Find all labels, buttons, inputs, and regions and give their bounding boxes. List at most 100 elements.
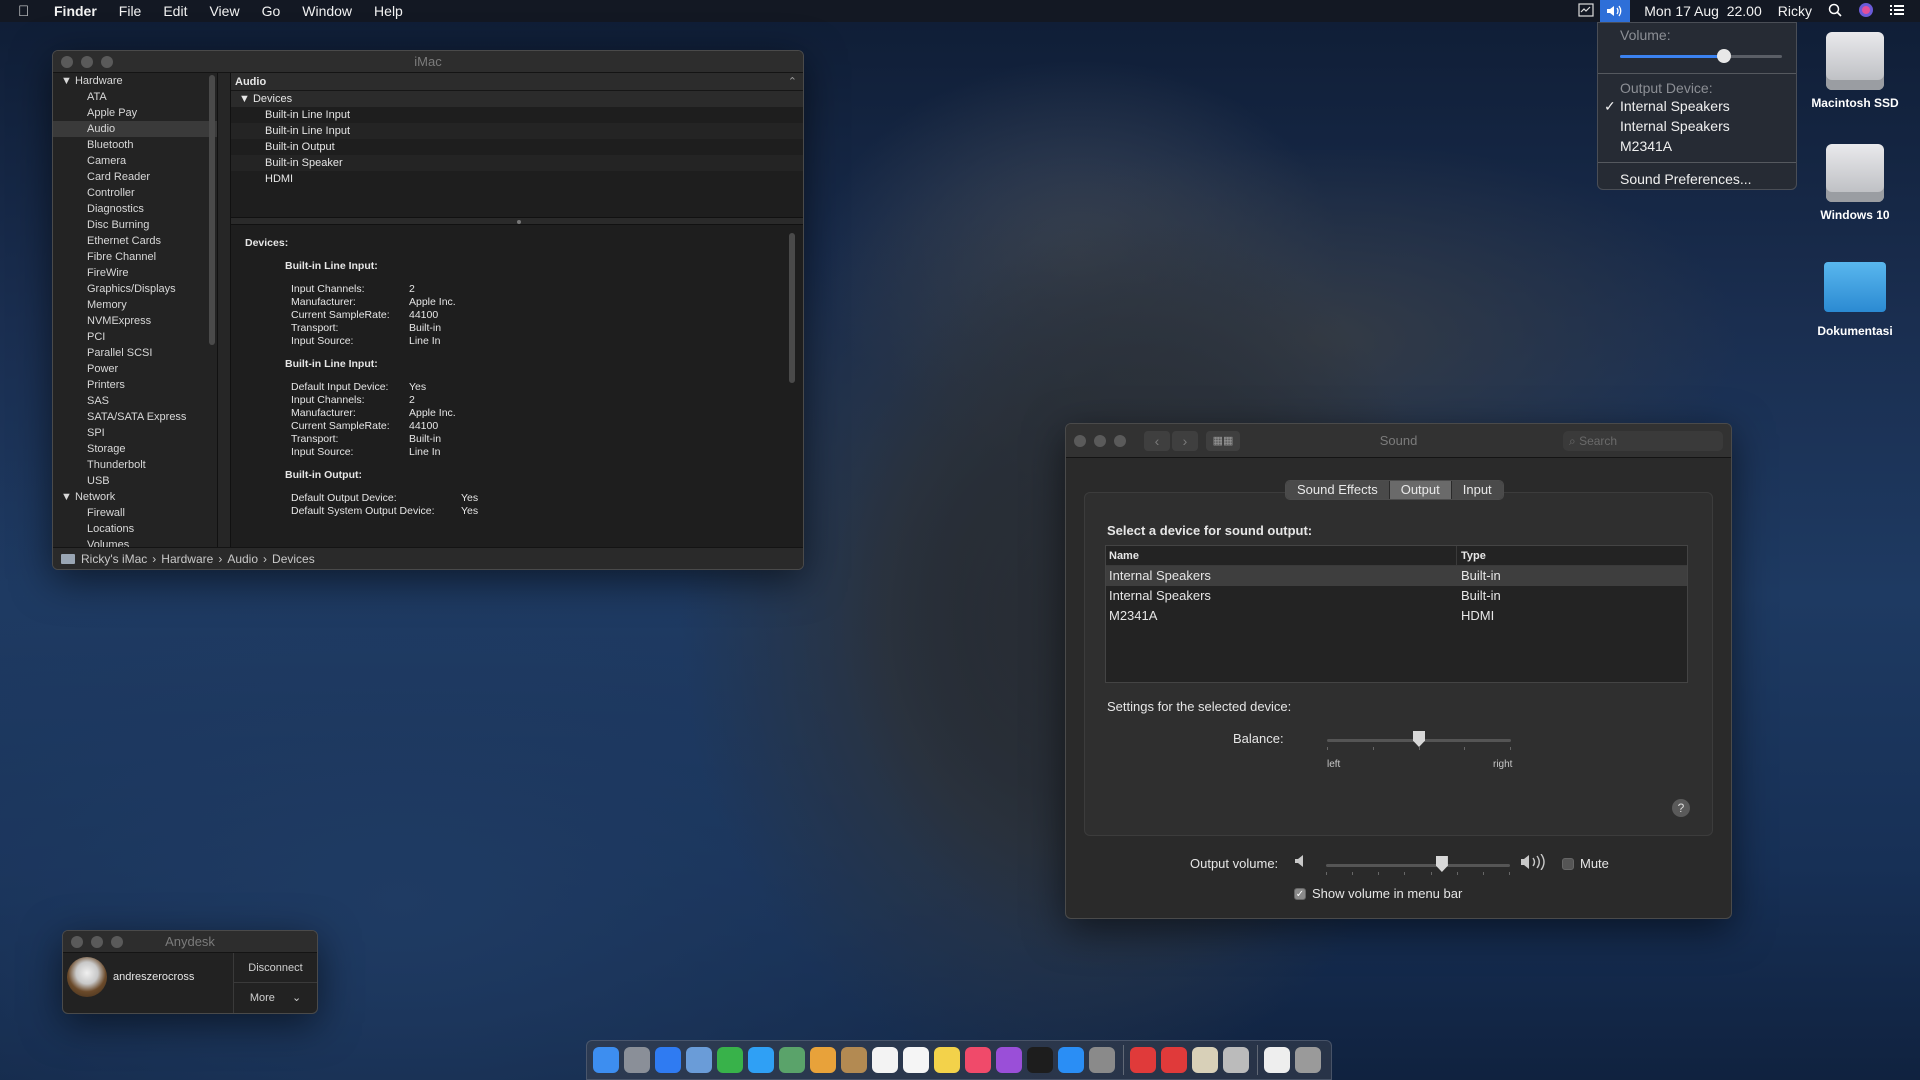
music-icon[interactable] [965, 1047, 991, 1073]
script-editor-icon[interactable] [1223, 1047, 1249, 1073]
tab-sound-effects[interactable]: Sound Effects [1286, 481, 1390, 499]
desktop-icon-dokumentasi[interactable]: Dokumentasi [1790, 254, 1920, 338]
siri-icon[interactable] [1858, 2, 1874, 21]
balance-slider[interactable] [1327, 731, 1511, 751]
reminders-icon[interactable] [903, 1047, 929, 1073]
apple-menu-icon[interactable]:  [18, 3, 40, 20]
sidebar-item[interactable]: Storage [53, 441, 217, 457]
sidebar-item[interactable]: Diagnostics [53, 201, 217, 217]
device-group-row[interactable]: ▼ Devices [231, 91, 803, 107]
details-scrollbar[interactable] [789, 233, 795, 383]
activity-icon[interactable] [1578, 2, 1594, 20]
maps-icon[interactable] [779, 1047, 805, 1073]
output-device-item[interactable]: Internal Speakers [1598, 116, 1796, 136]
desktop-icon-windows-10[interactable]: Windows 10 [1790, 144, 1920, 222]
volume-menu-icon[interactable] [1600, 0, 1631, 22]
sidebar-item[interactable]: Camera [53, 153, 217, 169]
facetime-icon[interactable] [717, 1047, 743, 1073]
sidebar-item[interactable]: Apple Pay [53, 105, 217, 121]
title-bar[interactable]: iMac [53, 51, 803, 73]
menu-file[interactable]: File [119, 3, 142, 19]
mute-checkbox-box[interactable] [1562, 857, 1574, 870]
volume-slider-knob[interactable] [1717, 49, 1731, 63]
menu-edit[interactable]: Edit [163, 3, 187, 19]
disconnect-button[interactable]: Disconnect [234, 953, 317, 983]
sidebar-item[interactable]: Memory [53, 297, 217, 313]
sidebar-item[interactable]: Audio [53, 121, 217, 137]
menu-go[interactable]: Go [262, 3, 281, 19]
safari-icon[interactable] [655, 1047, 681, 1073]
anydesk-icon[interactable] [1130, 1047, 1156, 1073]
menu-app-finder[interactable]: Finder [54, 3, 97, 19]
device-row[interactable]: Built-in Line Input [231, 107, 803, 123]
output-device-item[interactable]: M2341A [1598, 136, 1796, 156]
mail-icon[interactable] [686, 1047, 712, 1073]
sidebar-item[interactable]: NVMExpress [53, 313, 217, 329]
sidebar-item[interactable]: Ethernet Cards [53, 233, 217, 249]
sidebar-group-network[interactable]: ▼ Network [53, 489, 217, 505]
show-volume-checkbox[interactable]: ✓ Show volume in menu bar [1294, 886, 1462, 901]
sidebar-item[interactable]: Fibre Channel [53, 249, 217, 265]
column-type[interactable]: Type [1456, 546, 1687, 565]
preview-icon[interactable] [1192, 1047, 1218, 1073]
sidebar-item[interactable]: Controller [53, 185, 217, 201]
menubar-user[interactable]: Ricky [1778, 3, 1812, 19]
table-row[interactable]: Internal Speakers Built-in [1106, 566, 1687, 586]
table-row[interactable]: M2341A HDMI [1106, 606, 1687, 626]
search-input[interactable]: ⌕ Search [1563, 431, 1723, 451]
column-header[interactable]: Audio ⌃ [231, 73, 803, 91]
contacts-icon[interactable] [841, 1047, 867, 1073]
sidebar-item[interactable]: Firewall [53, 505, 217, 521]
path-item[interactable]: Devices [272, 548, 315, 570]
notification-center-icon[interactable] [1890, 3, 1904, 19]
device-row[interactable]: Built-in Line Input [231, 123, 803, 139]
calendar-icon[interactable] [872, 1047, 898, 1073]
sidebar-item[interactable]: Power [53, 361, 217, 377]
split-divider[interactable] [217, 73, 231, 549]
mute-checkbox[interactable]: Mute [1562, 856, 1609, 871]
path-item[interactable]: Audio [227, 548, 258, 570]
output-volume-slider[interactable] [1326, 856, 1510, 876]
output-volume-knob[interactable] [1435, 856, 1448, 872]
sidebar-item[interactable]: Thunderbolt [53, 457, 217, 473]
sidebar-item[interactable]: SAS [53, 393, 217, 409]
sidebar-item[interactable]: Parallel SCSI [53, 345, 217, 361]
path-item[interactable]: Hardware [161, 548, 213, 570]
sound-preferences-item[interactable]: Sound Preferences... [1598, 169, 1796, 189]
sidebar-group-hardware[interactable]: ▼ Hardware [53, 73, 217, 89]
photos-icon[interactable] [810, 1047, 836, 1073]
messages-icon[interactable] [748, 1047, 774, 1073]
menubar-datetime[interactable]: Mon 17 Aug 22.00 [1644, 3, 1762, 19]
output-device-item[interactable]: ✓ Internal Speakers [1598, 96, 1796, 116]
volume-slider[interactable] [1620, 49, 1782, 63]
sidebar-scrollbar[interactable] [209, 75, 215, 345]
device-row[interactable]: Built-in Speaker [231, 155, 803, 171]
system-preferences-icon[interactable] [1089, 1047, 1115, 1073]
tv-icon[interactable] [1027, 1047, 1053, 1073]
menu-view[interactable]: View [209, 3, 239, 19]
menu-window[interactable]: Window [302, 3, 352, 19]
notes-icon[interactable] [934, 1047, 960, 1073]
balance-slider-knob[interactable] [1413, 731, 1425, 747]
app-store-icon[interactable] [1058, 1047, 1084, 1073]
spotlight-search-icon[interactable] [1828, 3, 1842, 20]
document-icon[interactable] [1264, 1047, 1290, 1073]
table-row[interactable]: Internal Speakers Built-in [1106, 586, 1687, 606]
device-row[interactable]: Built-in Output [231, 139, 803, 155]
sidebar-item[interactable]: USB [53, 473, 217, 489]
tab-input[interactable]: Input [1451, 481, 1503, 499]
tab-output[interactable]: Output [1389, 481, 1452, 499]
column-name[interactable]: Name [1106, 546, 1456, 565]
sidebar-item[interactable]: ATA [53, 89, 217, 105]
checkmark-icon[interactable]: ✓ [1294, 887, 1306, 900]
anydesk-alt-icon[interactable] [1161, 1047, 1187, 1073]
finder-icon[interactable] [593, 1047, 619, 1073]
more-button[interactable]: More ⌄ [234, 983, 317, 1013]
sidebar-item[interactable]: Card Reader [53, 169, 217, 185]
sidebar-item[interactable]: SATA/SATA Express [53, 409, 217, 425]
title-bar[interactable]: ‹ › ▦▦ Sound ⌕ Search [1066, 424, 1731, 458]
sidebar-item[interactable]: SPI [53, 425, 217, 441]
path-item[interactable]: Ricky's iMac [81, 548, 147, 570]
sidebar-item[interactable]: Bluetooth [53, 137, 217, 153]
sidebar-item[interactable]: Printers [53, 377, 217, 393]
